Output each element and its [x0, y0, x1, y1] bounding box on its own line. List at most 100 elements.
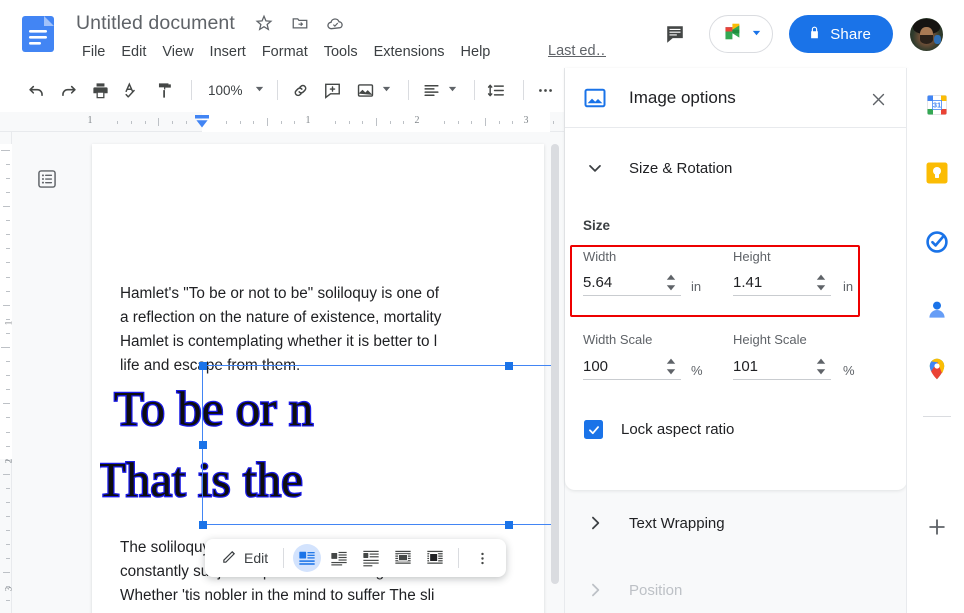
google-keep-icon[interactable] [925, 161, 949, 185]
chevron-down-icon [583, 156, 607, 180]
insert-image-button[interactable] [351, 75, 398, 105]
paragraph-line: a reflection on the nature of existence,… [120, 309, 442, 326]
paint-format-icon[interactable] [151, 75, 179, 105]
redo-icon[interactable] [54, 75, 82, 105]
add-comment-icon[interactable] [319, 75, 347, 105]
edit-image-button[interactable]: Edit [213, 544, 276, 572]
add-ons-icon[interactable] [925, 515, 949, 539]
menu-view[interactable]: View [154, 40, 201, 65]
docs-logo-icon[interactable] [18, 14, 58, 54]
lock-aspect-ratio-row[interactable]: Lock aspect ratio [584, 420, 734, 439]
lock-aspect-ratio-checkbox[interactable] [584, 420, 603, 439]
resize-handle-top-left[interactable] [199, 362, 207, 370]
selected-image[interactable]: To be or n That is the [100, 376, 544, 526]
toolbar-divider [473, 80, 475, 100]
move-to-folder-icon[interactable] [289, 12, 311, 34]
ruler-number: 3 [523, 115, 529, 126]
insert-image-icon[interactable] [351, 75, 381, 105]
wrap-text-icon[interactable] [293, 544, 322, 572]
height-value: 1.41 [733, 274, 763, 291]
scrollbar-thumb[interactable] [551, 144, 559, 584]
behind-text-icon[interactable] [357, 544, 385, 572]
width-scale-stepper[interactable] [665, 358, 677, 375]
undo-icon[interactable] [22, 75, 50, 105]
image-options-icon [583, 86, 607, 110]
cloud-saved-icon[interactable] [325, 12, 347, 34]
inline-icon[interactable] [389, 544, 417, 572]
toolbar-divider [191, 80, 192, 100]
menu-extensions[interactable]: Extensions [366, 40, 453, 65]
toolbar-divider [407, 80, 409, 100]
star-icon[interactable] [253, 12, 275, 34]
paragraph-line: Whether 'tis nobler in the mind to suffe… [120, 587, 435, 604]
paragraph-line: Hamlet's "To be or not to be" soliloquy … [120, 285, 440, 302]
google-maps-icon[interactable] [925, 357, 949, 381]
chevron-down-icon[interactable] [381, 81, 398, 99]
google-docs-window: Untitled document File Edit View Insert … [0, 0, 964, 613]
print-icon[interactable] [86, 75, 114, 105]
google-contacts-icon[interactable] [925, 298, 949, 322]
document-scrollbar[interactable] [550, 132, 560, 613]
toolbar-divider [522, 80, 524, 100]
close-icon[interactable] [865, 86, 891, 112]
height-input[interactable]: 1.41 [733, 266, 831, 296]
size-group-label: Size [583, 218, 611, 233]
width-input[interactable]: 5.64 [583, 266, 681, 296]
align-icon[interactable] [417, 75, 447, 105]
section-size-rotation[interactable]: Size & Rotation [583, 156, 732, 180]
section-position[interactable]: Position [583, 578, 682, 602]
spelling-check-icon[interactable] [119, 75, 147, 105]
resize-handle-bottom-right[interactable] [505, 521, 513, 529]
toolbar-divider [277, 80, 279, 100]
panel-header: Image options [565, 68, 907, 128]
more-options-icon[interactable] [532, 75, 560, 105]
width-scale-input[interactable]: 100 [583, 350, 681, 380]
google-meet-button[interactable] [709, 15, 774, 53]
line-spacing-icon[interactable] [483, 75, 511, 105]
document-title-row: Untitled document [72, 8, 347, 38]
last-edit-link[interactable]: Last ed… [548, 43, 606, 59]
resize-handle-bottom-left[interactable] [199, 521, 207, 529]
insert-link-icon[interactable] [286, 75, 314, 105]
google-tasks-icon[interactable] [925, 230, 949, 254]
menu-tools[interactable]: Tools [316, 40, 366, 65]
menu-format[interactable]: Format [254, 40, 316, 65]
comment-history-icon[interactable] [655, 14, 695, 54]
google-calendar-icon[interactable]: 31 [925, 93, 949, 117]
meet-chevron-down-icon[interactable] [751, 25, 762, 43]
in-front-of-text-icon[interactable] [421, 544, 449, 572]
horizontal-ruler[interactable]: 1 1 2 3 [0, 112, 564, 132]
app-header: Untitled document File Edit View Insert … [0, 0, 964, 68]
align-button[interactable] [417, 75, 464, 105]
rail-divider [923, 416, 951, 417]
zoom-value: 100% [207, 82, 243, 98]
indent-marker[interactable] [194, 114, 210, 128]
resize-handle-top-right[interactable] [505, 362, 513, 370]
break-text-icon[interactable] [325, 544, 353, 572]
user-avatar[interactable] [910, 17, 943, 51]
share-button[interactable]: Share [789, 15, 893, 53]
toolbar-divider [283, 548, 285, 568]
image-text-line: To be or n [113, 380, 315, 438]
menu-file[interactable]: File [74, 40, 113, 65]
resize-handle-middle-left[interactable] [199, 441, 207, 449]
chevron-down-icon[interactable] [447, 81, 464, 99]
menu-help[interactable]: Help [453, 40, 499, 65]
document-title[interactable]: Untitled document [72, 8, 239, 38]
paragraph-line: Hamlet is contemplating whether it is be… [120, 333, 438, 350]
menu-insert[interactable]: Insert [202, 40, 254, 65]
more-options-icon[interactable] [468, 544, 496, 572]
zoom-select[interactable]: 100% [200, 78, 270, 102]
section-text-wrapping[interactable]: Text Wrapping [583, 511, 725, 535]
height-scale-label: Height Scale [733, 332, 807, 347]
height-scale-stepper[interactable] [815, 358, 827, 375]
paragraph-line: life and escape from them. [120, 357, 301, 374]
ruler-number: 1 [87, 115, 93, 126]
height-stepper[interactable] [815, 274, 827, 291]
section-label: Size & Rotation [629, 159, 733, 177]
vertical-ruler[interactable]: 1 2 3 [0, 132, 13, 613]
width-stepper[interactable] [665, 274, 677, 291]
document-outline-icon[interactable] [32, 164, 62, 194]
height-scale-input[interactable]: 101 [733, 350, 831, 380]
menu-edit[interactable]: Edit [113, 40, 154, 65]
